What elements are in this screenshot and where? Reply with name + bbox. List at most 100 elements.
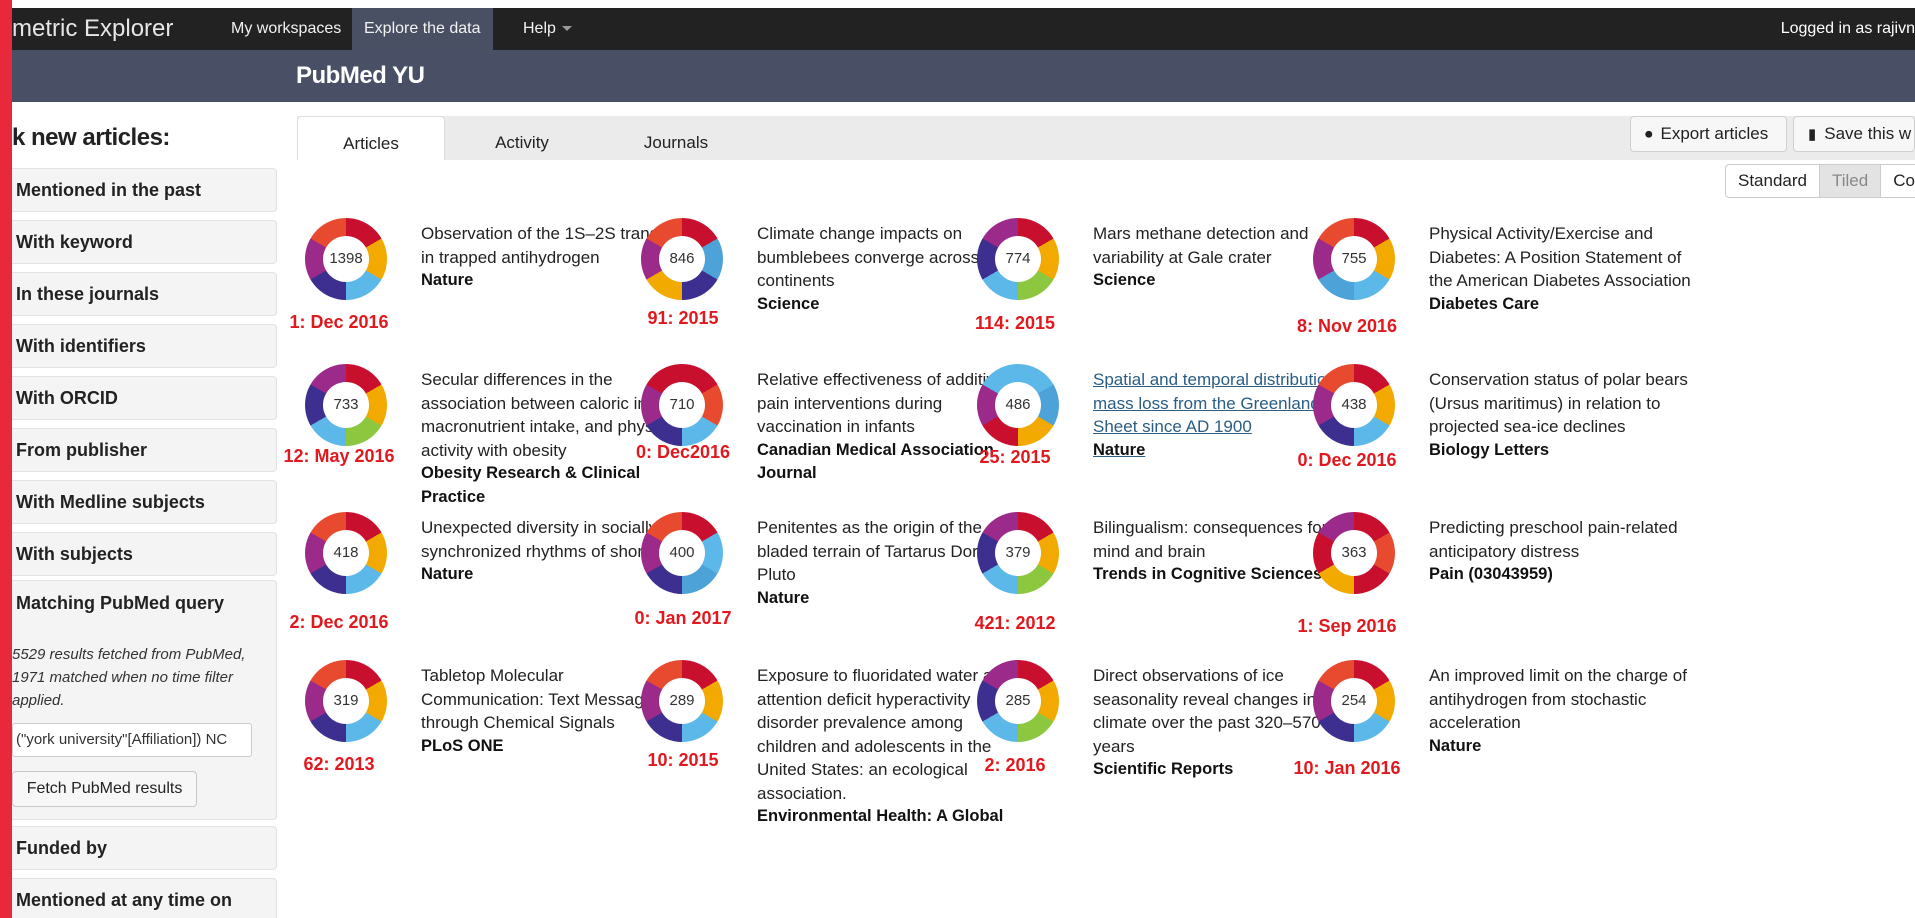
altmetric-donut-icon[interactable]: 289 xyxy=(641,660,723,742)
article-journal: Environmental Health: A Global xyxy=(757,807,1004,825)
export-articles-label: Export articles xyxy=(1660,124,1769,143)
rank-annotation: 2: 2016 xyxy=(984,755,1046,775)
top-navbar: metric Explorer My workspaces Explore th… xyxy=(12,8,1915,50)
tab-activity[interactable]: Activity xyxy=(445,116,599,160)
attention-score: 319 xyxy=(323,678,369,724)
attention-score: 1398 xyxy=(323,236,369,282)
filter-with-subjects[interactable]: With subjects xyxy=(12,532,277,576)
attention-score: 846 xyxy=(659,236,705,282)
article-journal: Nature xyxy=(1429,736,1482,755)
rank-annotation: 8: Nov 2016 xyxy=(1296,316,1398,336)
altmetric-donut-icon[interactable]: 363 xyxy=(1313,512,1395,594)
save-workspace-button[interactable]: ▮ Save this w xyxy=(1793,116,1915,152)
tab-articles[interactable]: Articles xyxy=(297,116,445,160)
workspace-title: PubMed YU xyxy=(296,62,425,89)
attention-score: 755 xyxy=(1331,236,1377,282)
article-title-text: Physical Activity/Exercise and Diabetes:… xyxy=(1429,224,1691,290)
view-compact[interactable]: Co xyxy=(1881,165,1915,197)
article-title[interactable]: An improved limit on the charge of antih… xyxy=(1429,664,1699,758)
altmetric-donut-icon[interactable]: 418 xyxy=(305,512,387,594)
filter-mentioned-in-past[interactable]: Mentioned in the past xyxy=(12,168,277,212)
article-journal: Pain (03043959) xyxy=(1429,565,1553,583)
app-brand[interactable]: metric Explorer xyxy=(12,8,173,50)
pubmed-query-input[interactable]: ("york university"[Affiliation]) NC xyxy=(12,723,252,757)
red-edge-bar xyxy=(0,0,12,918)
rank-annotation: 0: Jan 2017 xyxy=(634,608,732,628)
filter-in-these-journals[interactable]: In these journals xyxy=(12,272,277,316)
altmetric-donut-icon[interactable]: 486 xyxy=(977,364,1059,446)
article-title-text: Bilingualism: consequences for mind and … xyxy=(1093,518,1328,561)
tab-journals[interactable]: Journals xyxy=(599,116,753,160)
save-workspace-label: Save this w xyxy=(1824,124,1912,143)
filter-with-identifiers[interactable]: With identifiers xyxy=(12,324,277,368)
chevron-down-icon xyxy=(561,26,572,32)
article-title[interactable]: Physical Activity/Exercise and Diabetes:… xyxy=(1429,222,1699,316)
rank-annotation: 0: Dec 2016 xyxy=(1297,450,1397,470)
pubmed-query-description: 5529 results fetched from PubMed, 1971 m… xyxy=(12,646,246,709)
rank-annotation: 62: 2013 xyxy=(303,754,375,774)
attention-score: 400 xyxy=(659,530,705,576)
bookmark-icon: ▮ xyxy=(1808,126,1817,143)
attention-score: 379 xyxy=(995,530,1041,576)
rank-annotation: 25: 2015 xyxy=(979,447,1051,467)
filter-with-orcid[interactable]: With ORCID xyxy=(12,376,277,420)
article-title[interactable]: Predicting preschool pain-related antici… xyxy=(1429,516,1699,587)
filter-mentioned-any-time[interactable]: Mentioned at any time on xyxy=(12,878,277,918)
export-icon: ⏺ xyxy=(1645,126,1653,143)
attention-score: 733 xyxy=(323,382,369,428)
filter-funded-by[interactable]: Funded by xyxy=(12,826,277,870)
article-journal: Nature xyxy=(757,588,810,607)
rank-annotation: 0: Dec2016 xyxy=(635,442,731,462)
article-title[interactable]: Conservation status of polar bears (Ursu… xyxy=(1429,368,1699,462)
article-title-text: Predicting preschool pain-related antici… xyxy=(1429,518,1678,561)
nav-explore-the-data[interactable]: Explore the data xyxy=(352,8,493,50)
altmetric-donut-icon[interactable]: 755 xyxy=(1313,218,1395,300)
altmetric-donut-icon[interactable]: 379 xyxy=(977,512,1059,594)
article-title-text: Conservation status of polar bears (Ursu… xyxy=(1429,370,1688,436)
view-tiled[interactable]: Tiled xyxy=(1819,165,1882,197)
fetch-pubmed-button[interactable]: Fetch PubMed results xyxy=(12,771,197,807)
attention-score: 363 xyxy=(1331,530,1377,576)
filter-from-publisher[interactable]: From publisher xyxy=(12,428,277,472)
filter-with-keyword[interactable]: With keyword xyxy=(12,220,277,264)
altmetric-donut-icon[interactable]: 400 xyxy=(641,512,723,594)
export-articles-button[interactable]: ⏺ Export articles xyxy=(1630,116,1787,152)
article-title-text: Mars methane detection and variability a… xyxy=(1093,224,1309,267)
rank-annotation: 421: 2012 xyxy=(974,613,1056,633)
logged-in-user[interactable]: Logged in as rajivn xyxy=(1781,8,1915,50)
attention-score: 710 xyxy=(659,382,705,428)
view-standard[interactable]: Standard xyxy=(1726,165,1819,197)
top-strip xyxy=(12,0,1915,8)
article-title-text: An improved limit on the charge of antih… xyxy=(1429,666,1687,732)
pubmed-query-panel: Matching PubMed query 5529 results fetch… xyxy=(12,580,277,820)
nav-help[interactable]: Help xyxy=(511,8,584,50)
altmetric-donut-icon[interactable]: 774 xyxy=(977,218,1059,300)
workspace-header: PubMed YU xyxy=(12,50,1915,102)
altmetric-donut-icon[interactable]: 254 xyxy=(1313,660,1395,742)
altmetric-donut-icon[interactable]: 733 xyxy=(305,364,387,446)
rank-annotation: 91: 2015 xyxy=(647,308,719,328)
pubmed-query-title[interactable]: Matching PubMed query xyxy=(16,593,224,614)
rank-annotation: 1: Sep 2016 xyxy=(1297,616,1397,636)
attention-score: 774 xyxy=(995,236,1041,282)
attention-score: 254 xyxy=(1331,678,1377,724)
article-journal: Diabetes Care xyxy=(1429,294,1540,313)
article-title-text: Climate change impacts on bumblebees con… xyxy=(757,224,980,290)
article-title-text: Exposure to fluoridated water and attent… xyxy=(757,666,1012,803)
altmetric-donut-icon[interactable]: 710 xyxy=(641,364,723,446)
nav-my-workspaces[interactable]: My workspaces xyxy=(219,8,353,50)
filter-with-medline-subjects[interactable]: With Medline subjects xyxy=(12,480,277,524)
altmetric-donut-icon[interactable]: 846 xyxy=(641,218,723,300)
attention-score: 438 xyxy=(1331,382,1377,428)
rank-annotation: 1: Dec 2016 xyxy=(289,312,389,332)
article-title-text: Relative effectiveness of additive pain … xyxy=(757,370,1005,436)
main-content: Articles Activity Journals ⏺ Export artic… xyxy=(283,102,1915,918)
altmetric-donut-icon[interactable]: 285 xyxy=(977,660,1059,742)
altmetric-donut-icon[interactable]: 319 xyxy=(305,660,387,742)
sidebar-title: k new articles: xyxy=(12,124,170,151)
attention-score: 486 xyxy=(995,382,1041,428)
altmetric-donut-icon[interactable]: 1398 xyxy=(305,218,387,300)
altmetric-donut-icon[interactable]: 438 xyxy=(1313,364,1395,446)
rank-annotation: 2: Dec 2016 xyxy=(289,612,389,632)
rank-annotation: 10: 2015 xyxy=(647,750,719,770)
